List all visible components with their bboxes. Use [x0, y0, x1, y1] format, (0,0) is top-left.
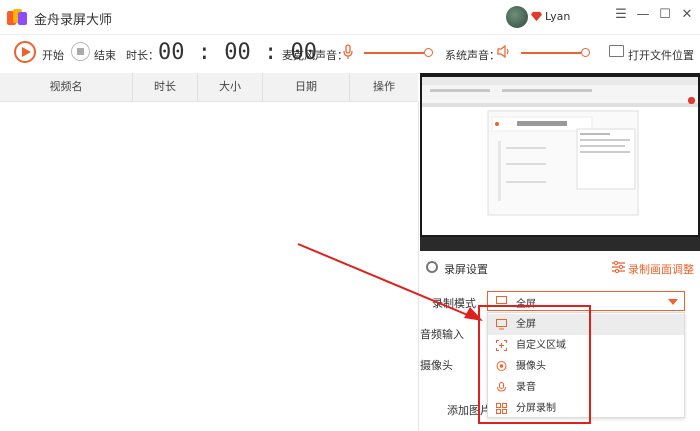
column-header[interactable]: 大小 — [198, 73, 263, 101]
vip-diamond-icon — [531, 11, 542, 22]
stop-label[interactable]: 结束 — [94, 47, 116, 63]
mic-volume-slider[interactable] — [364, 52, 424, 54]
annotation-highlight-box — [478, 305, 591, 424]
camera-label: 摄像头 — [420, 359, 453, 372]
adjust-icon[interactable] — [612, 261, 625, 273]
chevron-down-icon[interactable] — [668, 299, 678, 305]
menu-icon[interactable]: ☰ — [614, 8, 628, 22]
preview-thumbnail — [422, 77, 698, 235]
app-title: 金舟录屏大师 — [34, 13, 113, 28]
column-header[interactable]: 时长 — [133, 73, 198, 101]
record-toolbar: 开始 结束 时长： 00 : 00 : 00 麦克风声音： 系统声音： 打开文件… — [0, 34, 700, 74]
mic-volume-knob[interactable] — [424, 48, 433, 57]
mic-volume-label: 麦克风声音： — [282, 49, 348, 62]
start-record-button[interactable] — [14, 41, 36, 63]
preview-taskbar — [420, 237, 700, 251]
mode-label: 录制模式 — [432, 297, 476, 310]
adjust-recording-area-button[interactable]: 录制画面调整 — [628, 261, 694, 277]
avatar[interactable] — [506, 6, 528, 28]
title-bar: 金舟录屏大师 Lyan ☰ — ☐ ✕ — [0, 0, 700, 34]
start-label[interactable]: 开始 — [42, 47, 64, 63]
app-logo-icon — [7, 9, 27, 25]
speaker-icon[interactable] — [497, 45, 511, 58]
audio-input-label: 音频输入 — [420, 328, 464, 341]
close-icon[interactable]: ✕ — [680, 8, 694, 22]
gear-icon — [426, 261, 438, 273]
system-volume-slider[interactable] — [521, 52, 581, 54]
folder-icon[interactable] — [609, 45, 624, 57]
maximize-icon[interactable]: ☐ — [658, 8, 672, 22]
video-list — [0, 102, 419, 431]
column-header[interactable]: 日期 — [263, 73, 350, 101]
open-folder-button[interactable]: 打开文件位置 — [628, 47, 694, 63]
screen-preview — [420, 73, 700, 251]
microphone-icon[interactable] — [343, 44, 353, 60]
column-header[interactable]: 视频名 — [0, 73, 133, 101]
stop-record-button[interactable] — [71, 42, 90, 61]
preview-image — [422, 77, 698, 216]
duration-label: 时长： — [126, 49, 159, 62]
minimize-icon[interactable]: — — [636, 8, 650, 22]
username[interactable]: Lyan — [545, 10, 570, 23]
settings-title: 录屏设置 — [444, 263, 488, 276]
column-header[interactable]: 操作 — [350, 73, 418, 101]
video-list-header: 视频名 时长 大小 日期 操作 — [0, 73, 418, 102]
system-volume-label: 系统声音： — [445, 49, 500, 62]
system-volume-knob[interactable] — [581, 48, 590, 57]
